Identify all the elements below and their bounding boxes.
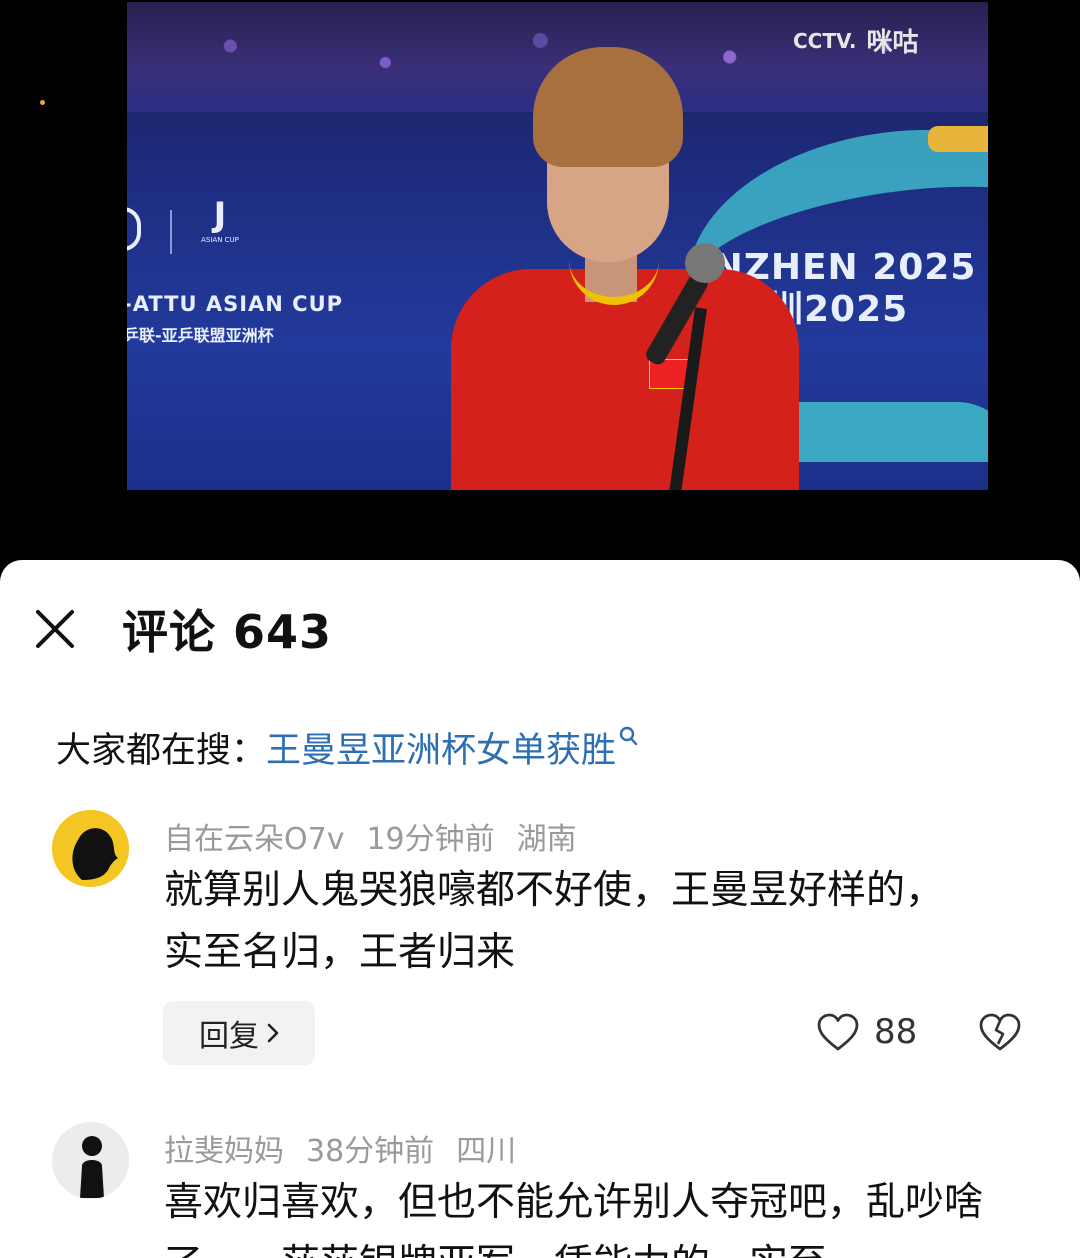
comment-username[interactable]: 拉斐妈妈 [164,1134,284,1169]
chevron-right-icon [267,1023,279,1043]
ittf-logo [127,207,141,251]
reply-label: 回复 [199,1019,259,1054]
broken-heart-icon[interactable] [978,1012,1022,1052]
comments-header: 评论 643 [0,560,1080,695]
comment-text[interactable]: 就算别人鬼哭狼嚎都不好使，王曼昱好样的，实至名归，王者归来 [164,860,964,984]
comment-location: 湖南 [516,822,577,857]
like-button[interactable]: 88 [816,1012,917,1052]
search-icon[interactable] [618,726,638,748]
hot-search-label: 大家都在搜： [56,731,267,771]
video-player[interactable]: J ASIAN CUP -ATTU ASIAN CUP 乒联-亚乒联盟亚洲杯 E… [127,2,988,490]
event-title: -ATTU ASIAN CUP 乒联-亚乒联盟亚洲杯 [127,292,343,346]
broadcaster-watermark: CCTV. 咪咕 [793,22,919,59]
comments-sheet: 评论 643 大家都在搜：王曼昱亚洲杯女单获胜 自在云朵O7v 19分钟前 湖南 就… [0,560,1080,1258]
asian-cup-logo: J ASIAN CUP [201,195,239,244]
player-figure [449,47,809,490]
event-title-cn: 乒联-亚乒联盟亚洲杯 [127,326,274,345]
comment-username[interactable]: 自在云朵O7v [164,822,344,857]
decor-swoosh-yellow [928,126,988,152]
hot-search-link[interactable]: 王曼昱亚洲杯女单获胜 [266,731,616,771]
hot-search: 大家都在搜：王曼昱亚洲杯女单获胜 [56,722,638,773]
close-icon[interactable] [34,608,76,650]
logo-divider [170,210,172,254]
event-title-en: -ATTU ASIAN CUP [127,292,344,316]
comment-meta: 自在云朵O7v 19分钟前 湖南 [164,814,599,858]
heart-icon [817,1013,859,1051]
comment-text[interactable]: 喜欢归喜欢，但也不能允许别人夺冠吧，乱吵啥了……莎莎银牌亚军，凭能力的，实至 [164,1172,1014,1258]
comment-meta: 拉斐妈妈 38分钟前 四川 [164,1126,538,1170]
like-count: 88 [874,1012,918,1052]
avatar[interactable] [52,1122,129,1199]
comments-title: 评论 643 [122,605,333,659]
comment-time: 19分钟前 [366,822,495,857]
migu-logo: 咪咕 [866,28,919,58]
comment-time: 38分钟前 [306,1134,435,1169]
reply-button[interactable]: 回复 [163,1001,315,1065]
comment-location: 四川 [456,1134,517,1169]
microphone [685,243,725,283]
avatar[interactable] [52,810,129,887]
light-dot [40,100,45,105]
